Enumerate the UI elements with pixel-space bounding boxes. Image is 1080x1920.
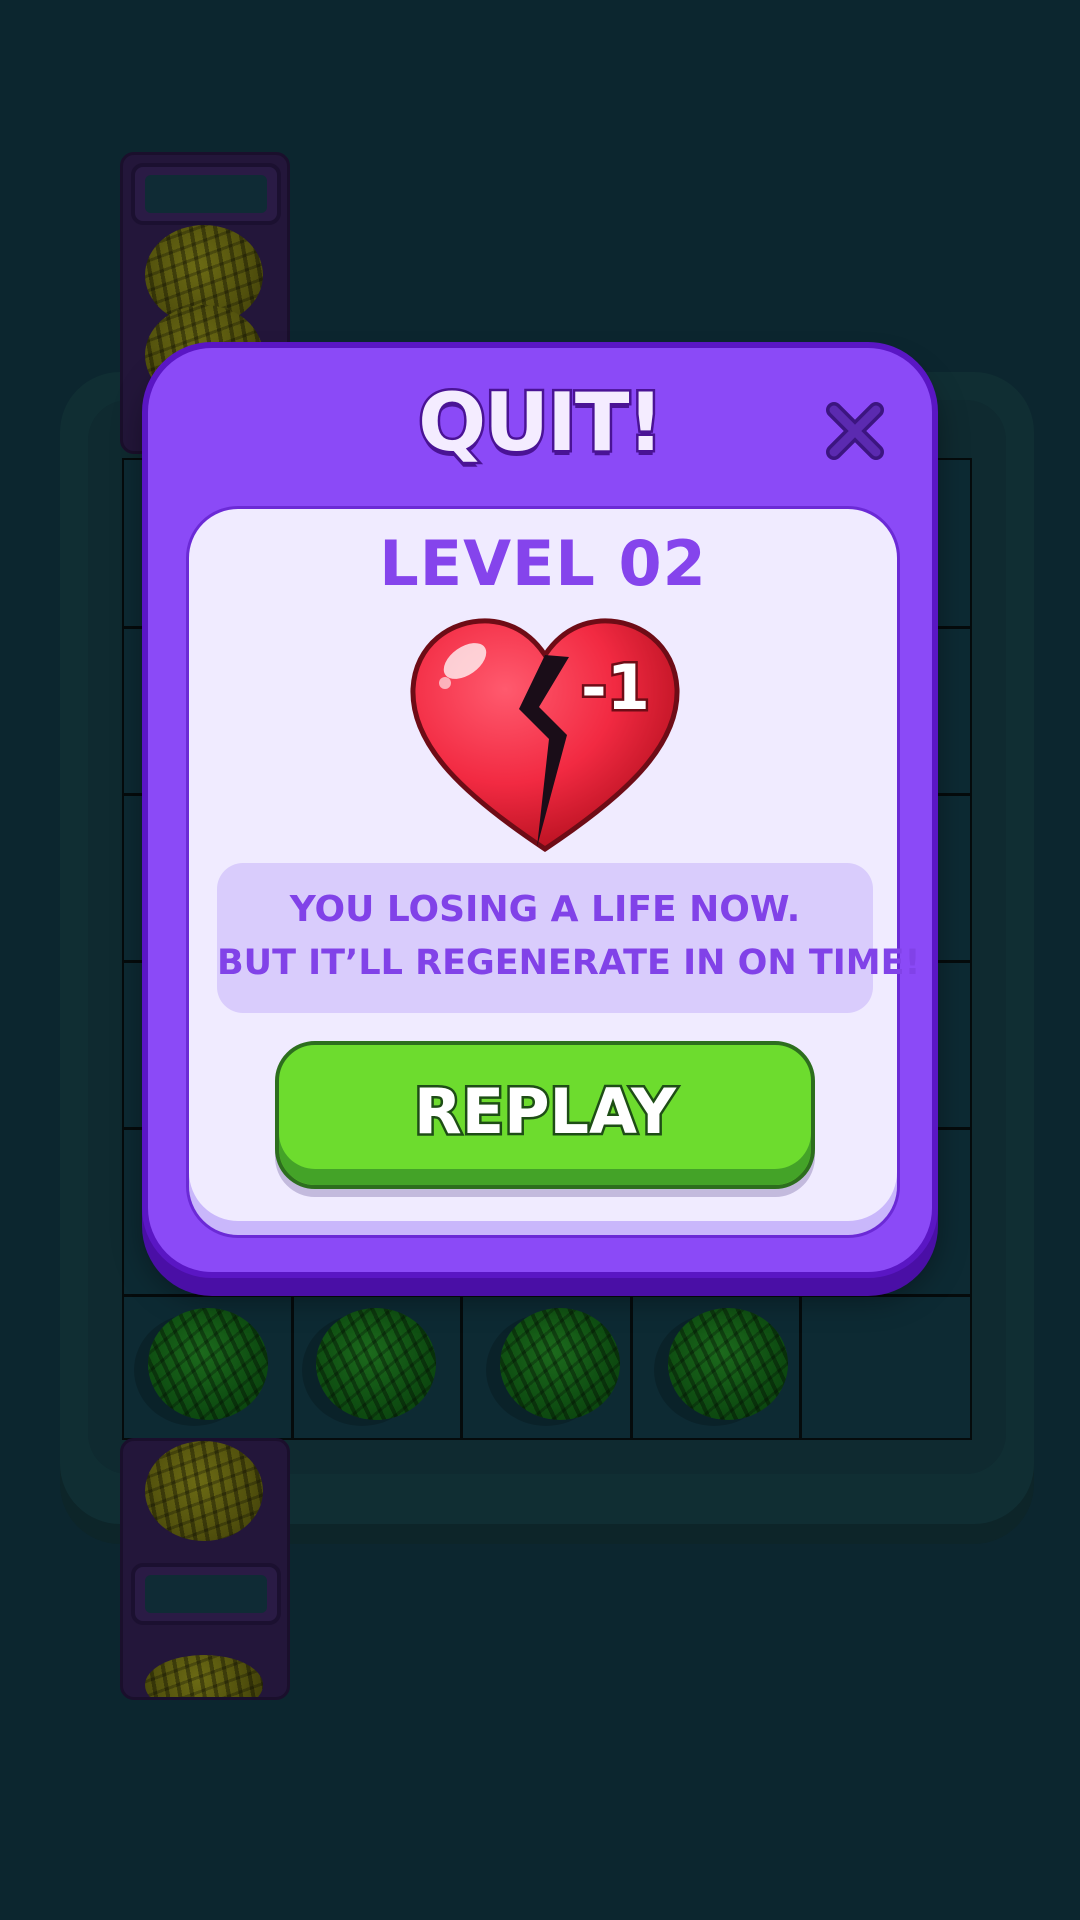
yarn-ball-yellow [145, 1441, 263, 1541]
close-button[interactable] [824, 400, 886, 462]
level-label: LEVEL 02 [379, 527, 707, 600]
yarn-ball-green[interactable] [500, 1308, 620, 1420]
message-line: YOU LOSING A LIFE NOW. [289, 889, 801, 930]
yarn-tube-bottom[interactable] [120, 1438, 290, 1700]
dialog-card: LEVEL 02 -1 YOU LOSING A LIFE NOW. BUT I… [186, 506, 921, 1238]
close-icon [826, 402, 884, 460]
yarn-ball-yellow [145, 1655, 263, 1697]
tube-cap [131, 163, 281, 225]
yarn-ball-green[interactable] [148, 1308, 268, 1420]
quit-dialog: QUIT! LEVEL 02 -1 YOU LOSING A LIFE NOW.… [142, 342, 938, 1278]
broken-heart-icon: -1 [407, 617, 683, 855]
grid-line [124, 1294, 970, 1297]
yarn-ball-green[interactable] [668, 1308, 788, 1420]
replay-button[interactable]: REPLAY [275, 1041, 815, 1189]
dialog-title: QUIT! [416, 374, 667, 472]
replay-label: REPLAY [412, 1073, 679, 1151]
yarn-ball-green[interactable] [316, 1308, 436, 1420]
message-line: BUT IT’LL REGENERATE IN ON TIME! [217, 943, 921, 983]
tube-cap [131, 1563, 281, 1625]
message-box: YOU LOSING A LIFE NOW. BUT IT’LL REGENER… [217, 863, 921, 1013]
game-screen: QUIT! LEVEL 02 -1 YOU LOSING A LIFE NOW.… [0, 0, 1080, 1920]
life-penalty-badge: -1 [579, 649, 653, 727]
